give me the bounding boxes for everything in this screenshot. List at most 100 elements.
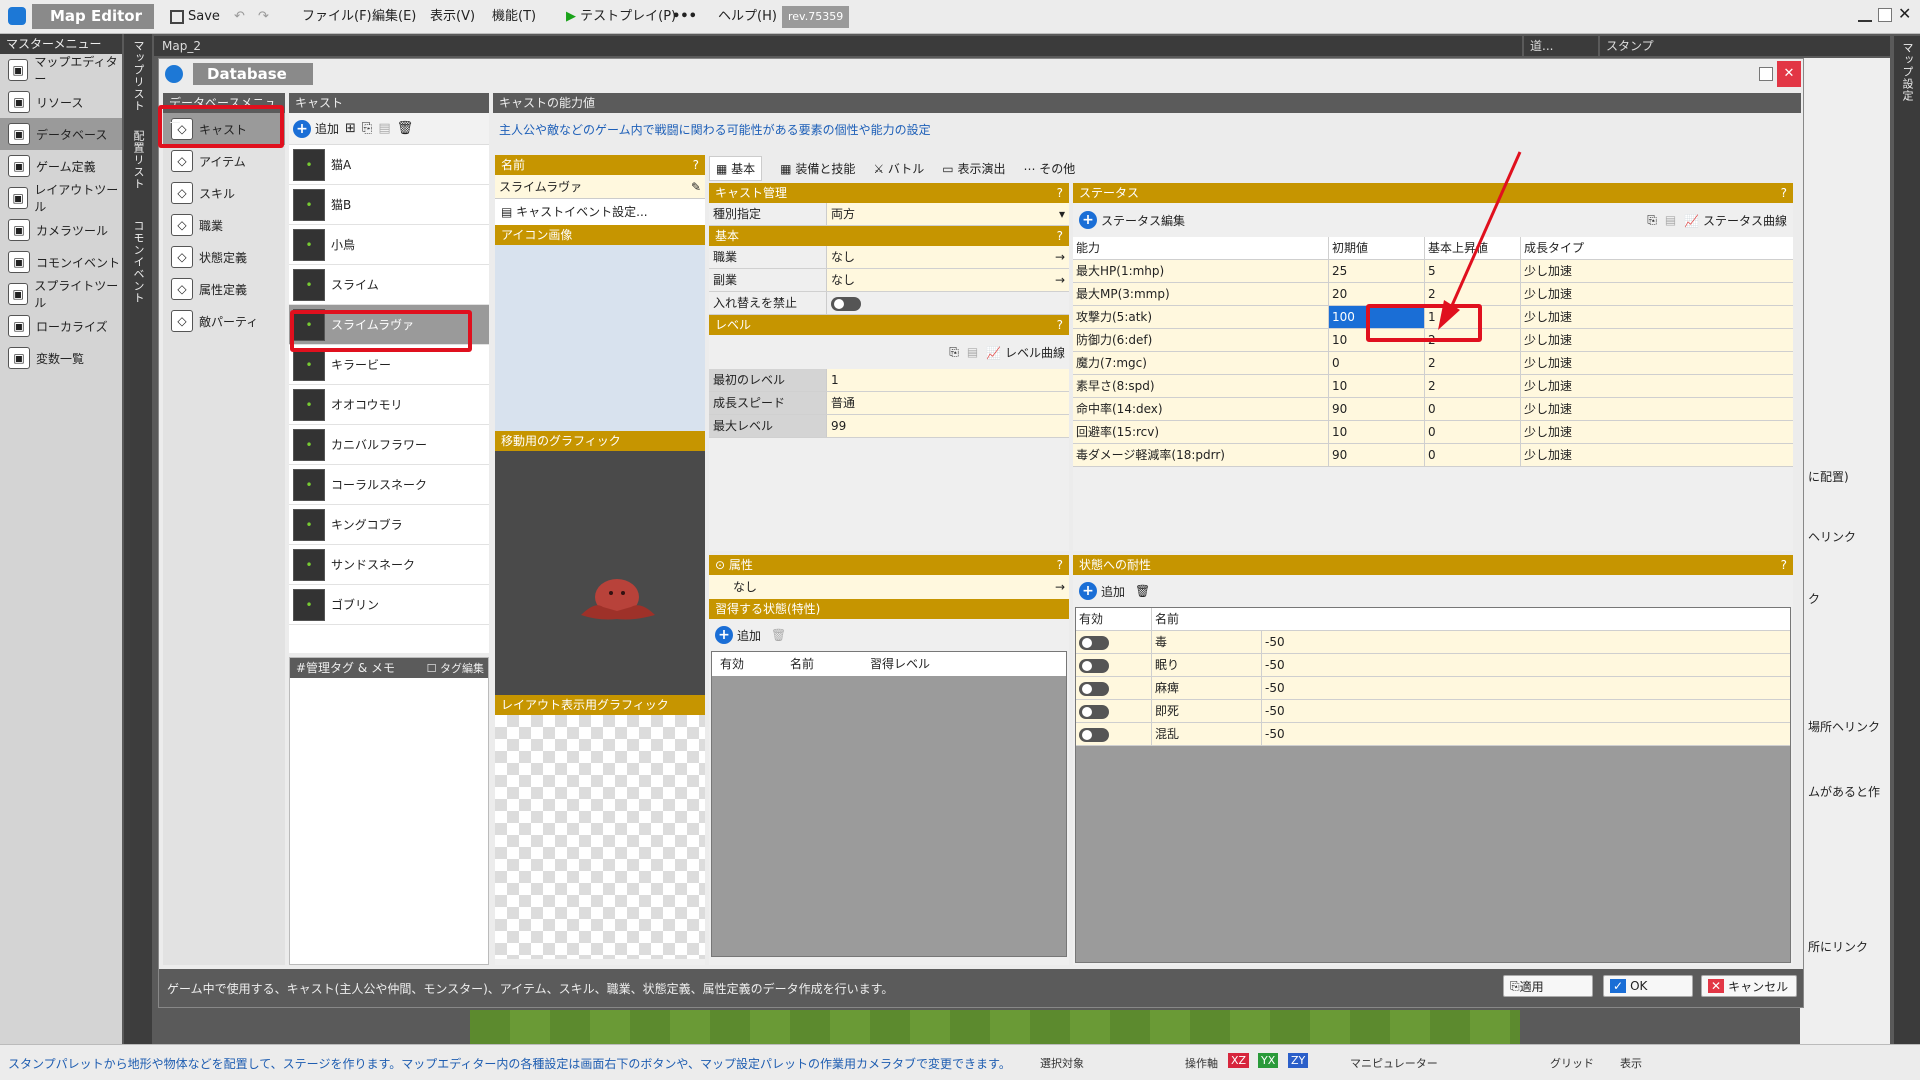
tab-display[interactable]: ▭ 表示演出 [942,160,1005,177]
status-init-field[interactable]: 25 [1329,260,1425,282]
add-icon[interactable]: + [1079,582,1097,600]
cancel-button[interactable]: ✕ キャンセル [1701,975,1797,997]
tag-edit-checkbox[interactable]: ☐ タグ編集 [427,660,484,676]
cast-list-item[interactable]: • サンドスネーク [289,545,489,585]
axis-xz-button[interactable]: XZ [1228,1053,1250,1068]
cast-list-item[interactable]: • スライム [289,265,489,305]
status-inc-field[interactable]: 0 [1425,421,1521,443]
attr-field[interactable]: なし → [709,575,1069,599]
delete-icon[interactable]: 🗑 [1135,584,1150,598]
master-item-8[interactable]: ▣ ローカライズ [0,310,122,342]
insert-icon[interactable]: ⊞ [345,121,356,136]
master-item-1[interactable]: ▣ リソース [0,86,122,118]
copy-icon[interactable]: ⎘ [362,121,372,136]
close-window-icon[interactable]: ✕ [1777,61,1801,87]
growth-type-select[interactable]: 少し加速 [1521,260,1793,282]
delete-icon[interactable]: 🗑 [771,628,786,642]
master-item-0[interactable]: ▣ マップエディター [0,54,122,86]
master-item-5[interactable]: ▣ カメラツール [0,214,122,246]
resist-value-field[interactable]: -50 [1262,677,1790,699]
db-menu-item-2[interactable]: ◇ スキル [163,177,285,209]
tab-equipment[interactable]: ▦ 装備と技能 [780,160,855,177]
cast-list-item[interactable]: • 猫A [289,145,489,185]
master-item-3[interactable]: ▣ ゲーム定義 [0,150,122,182]
cast-list-item[interactable]: • 小鳥 [289,225,489,265]
vtab-placement-list[interactable]: 配置リスト [130,130,146,190]
db-menu-item-1[interactable]: ◇ アイテム [163,145,285,177]
resist-value-field[interactable]: -50 [1262,654,1790,676]
master-item-4[interactable]: ▣ レイアウトツール [0,182,122,214]
cast-list-item[interactable]: • ゴブリン [289,585,489,625]
master-item-6[interactable]: ▣ コモンイベント [0,246,122,278]
growth-type-select[interactable]: 少し加速 [1521,283,1793,305]
cast-list-item[interactable]: • 猫B [289,185,489,225]
menu-help[interactable]: ヘルプ(H) [718,5,777,29]
cast-list-item[interactable]: • コーラルスネーク [289,465,489,505]
resist-toggle[interactable] [1079,704,1109,719]
status-init-field[interactable]: 90 [1329,444,1425,466]
tab-battle[interactable]: ⚔ バトル [873,160,924,177]
master-item-9[interactable]: ▣ 変数一覧 [0,342,122,374]
status-inc-field[interactable]: 2 [1425,352,1521,374]
resist-toggle[interactable] [1079,727,1109,742]
axis-yx-button[interactable]: YX [1258,1053,1279,1068]
level-curve-button[interactable]: 📈 レベル曲線 [986,344,1065,361]
save-button[interactable]: Save [170,5,220,29]
status-inc-field[interactable]: 0 [1425,444,1521,466]
growth-type-select[interactable]: 少し加速 [1521,398,1793,420]
job-select[interactable]: なし → [827,246,1069,268]
redo-icon[interactable]: ↷ [258,5,269,29]
add-icon[interactable]: + [715,626,733,644]
move-graphic-area[interactable] [495,451,705,695]
add-cast-button[interactable]: + 追加 [293,119,339,138]
growth-type-select[interactable]: 少し加速 [1521,421,1793,443]
status-init-field[interactable]: 20 [1329,283,1425,305]
paste-icon[interactable]: ▤ [967,345,978,359]
status-init-field[interactable]: 10 [1329,375,1425,397]
tab-other[interactable]: ⋯ その他 [1023,160,1075,177]
status-edit-button[interactable]: + ステータス編集 [1079,211,1185,229]
cast-list-item[interactable]: • オオコウモリ [289,385,489,425]
delete-icon[interactable]: 🗑 [397,121,414,136]
swap-toggle[interactable] [831,296,861,311]
copy-icon[interactable]: ⎘ [1647,213,1657,228]
paste-icon[interactable]: ▤ [1665,213,1676,227]
master-item-7[interactable]: ▣ スプライトツール [0,278,122,310]
axis-zy-button[interactable]: ZY [1288,1053,1309,1068]
resist-value-field[interactable]: -50 [1262,723,1790,745]
db-menu-item-5[interactable]: ◇ 属性定義 [163,273,285,305]
tab-map[interactable]: Map_2 [154,36,1522,56]
tab-basic[interactable]: ▦ 基本 [709,155,763,181]
kind-select[interactable]: 両方 ▾ [827,203,1069,225]
resist-toggle[interactable] [1079,658,1109,673]
resist-toggle[interactable] [1079,681,1109,696]
status-init-field[interactable]: 90 [1329,398,1425,420]
paste-icon[interactable]: ▤ [378,121,390,136]
testplay-button[interactable]: ▶ テストプレイ(P) [566,5,676,29]
master-item-2[interactable]: ▣ データベース [0,118,122,150]
growth-type-select[interactable]: 少し加速 [1521,329,1793,351]
maximize-icon[interactable] [1759,67,1773,81]
map-settings-vtab[interactable]: マップ設定 [1894,36,1920,1044]
menu-file[interactable]: ファイル(F) [302,5,372,29]
db-menu-item-4[interactable]: ◇ 状態定義 [163,241,285,273]
cast-list-item[interactable]: • キングコブラ [289,505,489,545]
copy-icon[interactable]: ⎘ [949,345,959,360]
growth-type-select[interactable]: 少し加速 [1521,375,1793,397]
status-init-field[interactable]: 0 [1329,352,1425,374]
name-field[interactable]: スライムラヴァ ✎ [495,175,705,199]
vtab-common-event[interactable]: コモンイベント [130,220,146,304]
growth-type-select[interactable]: 少し加速 [1521,306,1793,328]
menu-edit[interactable]: 編集(E) [372,5,416,29]
resist-toggle[interactable] [1079,635,1109,650]
menu-view[interactable]: 表示(V) [430,5,475,29]
db-menu-item-6[interactable]: ◇ 敵パーティ [163,305,285,337]
apply-button[interactable]: ⎘ 適用 [1503,975,1593,997]
level-value-field[interactable]: 普通 [827,392,1069,414]
ok-button[interactable]: ✓ OK [1603,975,1693,997]
more-icon[interactable]: ••• [672,5,697,29]
tab-stamp[interactable]: スタンプ [1600,36,1890,56]
cast-list-item[interactable]: • カニバルフラワー [289,425,489,465]
vtab-map-list[interactable]: マップリスト [130,40,146,112]
level-value-field[interactable]: 99 [827,415,1069,437]
